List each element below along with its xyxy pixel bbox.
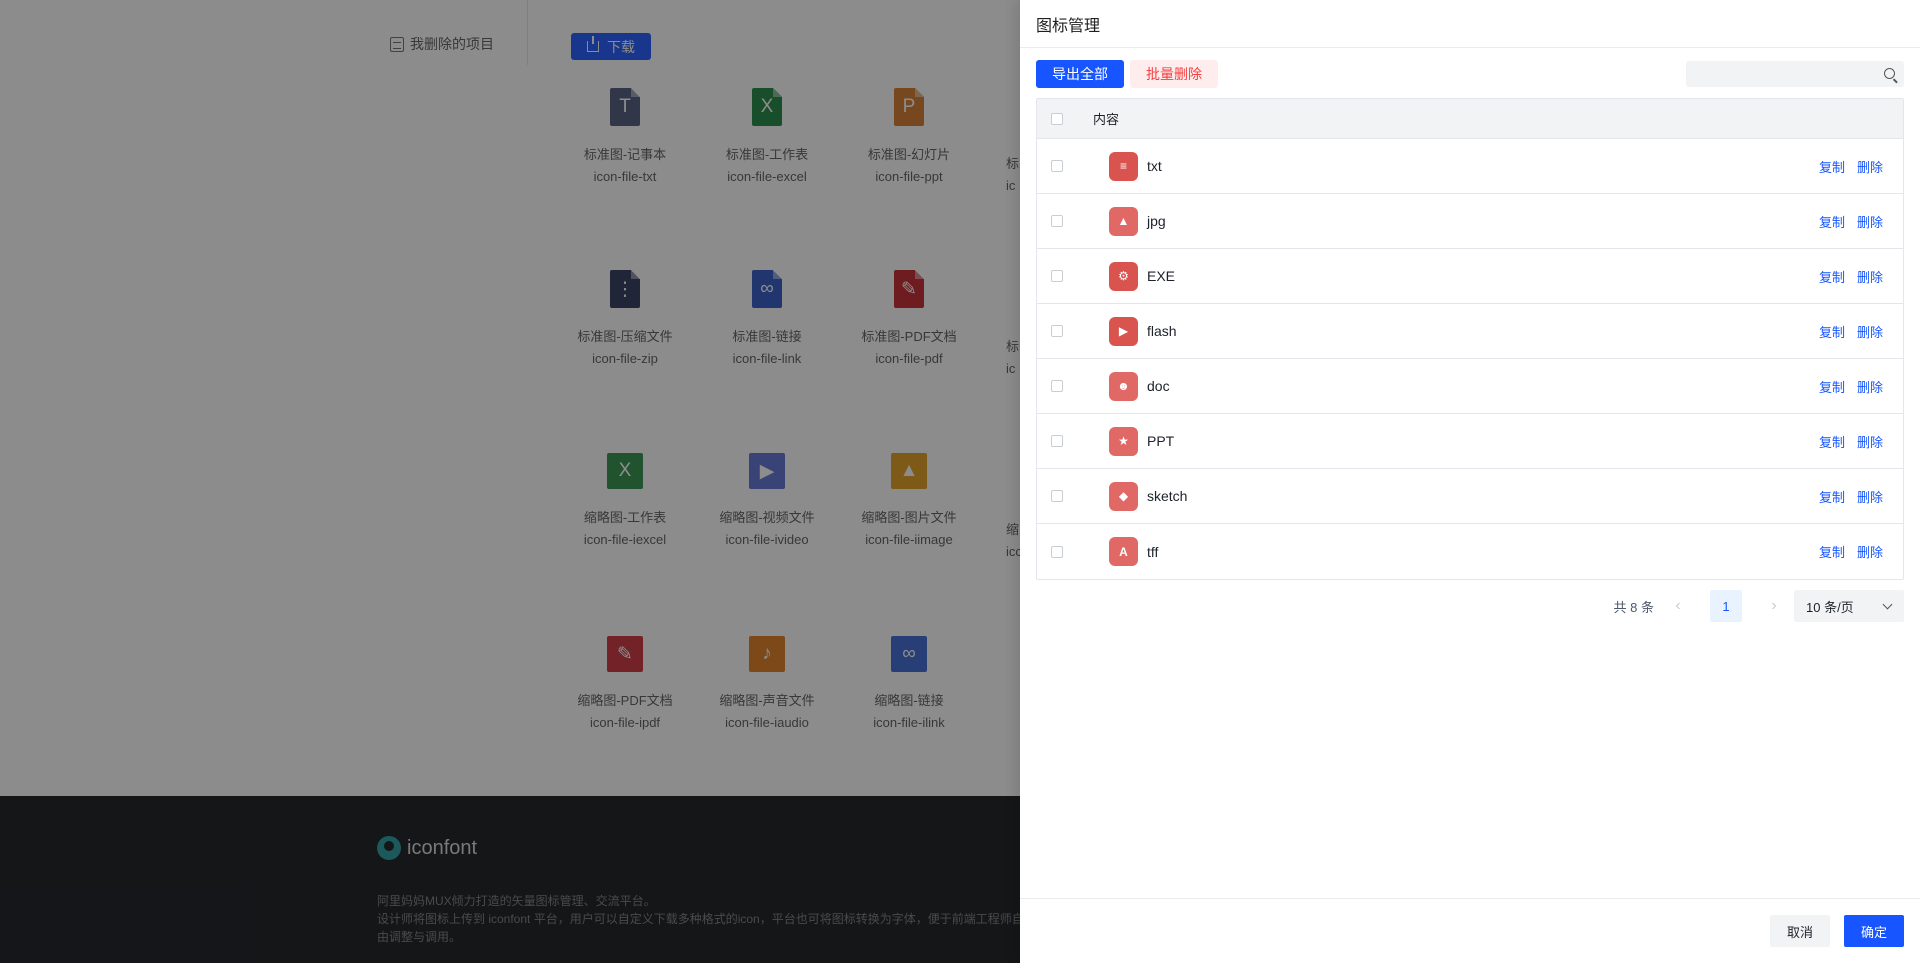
delete-link[interactable]: 删除 [1857,542,1883,561]
table-row: ★ PPT 复制 删除 [1037,414,1903,469]
row-name: PPT [1147,433,1175,449]
row-checkbox[interactable] [1051,160,1063,172]
next-page-icon[interactable]: › [1768,597,1780,614]
row-checkbox[interactable] [1051,545,1063,558]
copy-link[interactable]: 复制 [1819,487,1845,506]
delete-link[interactable]: 删除 [1857,322,1883,341]
delete-link[interactable]: 删除 [1857,432,1883,451]
flash-file-icon: ▶ [1109,316,1138,346]
row-checkbox[interactable] [1051,215,1063,227]
txt-file-icon: ≡ [1109,151,1138,181]
chevron-down-icon [1882,599,1893,610]
copy-link[interactable]: 复制 [1819,432,1845,451]
row-name: sketch [1147,488,1188,504]
batch-delete-button[interactable]: 批量删除 [1130,60,1218,88]
pagination: 共 8 条 ‹ 1 › 10 条/页 [1614,589,1904,623]
column-header-content: 内容 [1093,112,1120,127]
row-checkbox[interactable] [1051,435,1063,447]
total-count: 共 8 条 [1613,599,1654,615]
row-name: tff [1147,543,1159,560]
select-all-checkbox[interactable] [1051,112,1063,125]
row-checkbox[interactable] [1051,490,1063,502]
page-number-current[interactable]: 1 [1710,590,1742,622]
search-icon[interactable] [1884,68,1895,79]
delete-link[interactable]: 删除 [1857,377,1883,396]
table-body: ≡ txt 复制 删除 ▲ jpg 复制 删除 ⚙ EXE 复制 删除 ▶ flash 复制 删除 ☻ doc 复制… [1037,139,1903,579]
icon-table: 内容 ≡ txt 复制 删除 ▲ jpg 复制 删除 ⚙ EXE 复制 删除 ▶ flash 复制 删除 ☻ do… [1036,98,1904,580]
prev-page-icon[interactable]: ‹ [1672,597,1684,614]
row-name: txt [1147,158,1162,174]
delete-link[interactable]: 删除 [1857,157,1883,176]
row-checkbox[interactable] [1051,325,1063,337]
table-row: Atff 复制 删除 [1037,524,1903,579]
table-row: ▲ jpg 复制 删除 [1037,194,1903,249]
drawer-footer: 取消 确定 [1020,898,1920,963]
delete-link[interactable]: 删除 [1857,212,1883,231]
search-input[interactable] [1686,61,1876,87]
cancel-button[interactable]: 取消 [1770,915,1830,947]
table-row: ⚙ EXE 复制 删除 [1037,249,1903,304]
copy-link[interactable]: 复制 [1819,377,1845,396]
row-name: flash [1147,323,1177,339]
copy-link[interactable]: 复制 [1819,212,1845,231]
copy-link[interactable]: 复制 [1819,542,1845,561]
sketch-file-icon: ◆ [1109,481,1138,511]
page-size-select[interactable]: 10 条/页 [1794,590,1904,622]
row-name: doc [1147,378,1170,394]
icon-management-drawer: 图标管理 导出全部 批量删除 内容 ≡ txt 复制 删除 ▲ jpg 复制 删除 ⚙ EXE 复制… [1020,0,1920,963]
jpg-file-icon: ▲ [1109,206,1138,236]
page-size-value: 10 条/页 [1806,599,1854,615]
tff-file-icon: A [1109,537,1138,566]
ppt-file-icon: ★ [1109,426,1138,456]
row-name: EXE [1147,268,1176,284]
row-checkbox[interactable] [1051,380,1063,392]
table-row: ◆ sketch 复制 删除 [1037,469,1903,524]
doc-file-icon: ☻ [1109,371,1138,401]
copy-link[interactable]: 复制 [1819,157,1845,176]
exe-file-icon: ⚙ [1109,261,1138,291]
confirm-button[interactable]: 确定 [1844,915,1904,947]
export-all-button[interactable]: 导出全部 [1036,60,1124,88]
table-row: ≡ txt 复制 删除 [1037,139,1903,194]
copy-link[interactable]: 复制 [1819,267,1845,286]
search-box [1686,61,1904,87]
table-row: ☻ doc 复制 删除 [1037,359,1903,414]
delete-link[interactable]: 删除 [1857,487,1883,506]
row-checkbox[interactable] [1051,270,1063,282]
drawer-header: 图标管理 [1020,0,1920,48]
copy-link[interactable]: 复制 [1819,322,1845,341]
delete-link[interactable]: 删除 [1857,267,1883,286]
row-name: jpg [1147,213,1166,229]
table-row: ▶ flash 复制 删除 [1037,304,1903,359]
table-header: 内容 [1037,99,1903,139]
drawer-toolbar: 导出全部 批量删除 [1036,60,1218,88]
drawer-title: 图标管理 [1036,17,1101,35]
